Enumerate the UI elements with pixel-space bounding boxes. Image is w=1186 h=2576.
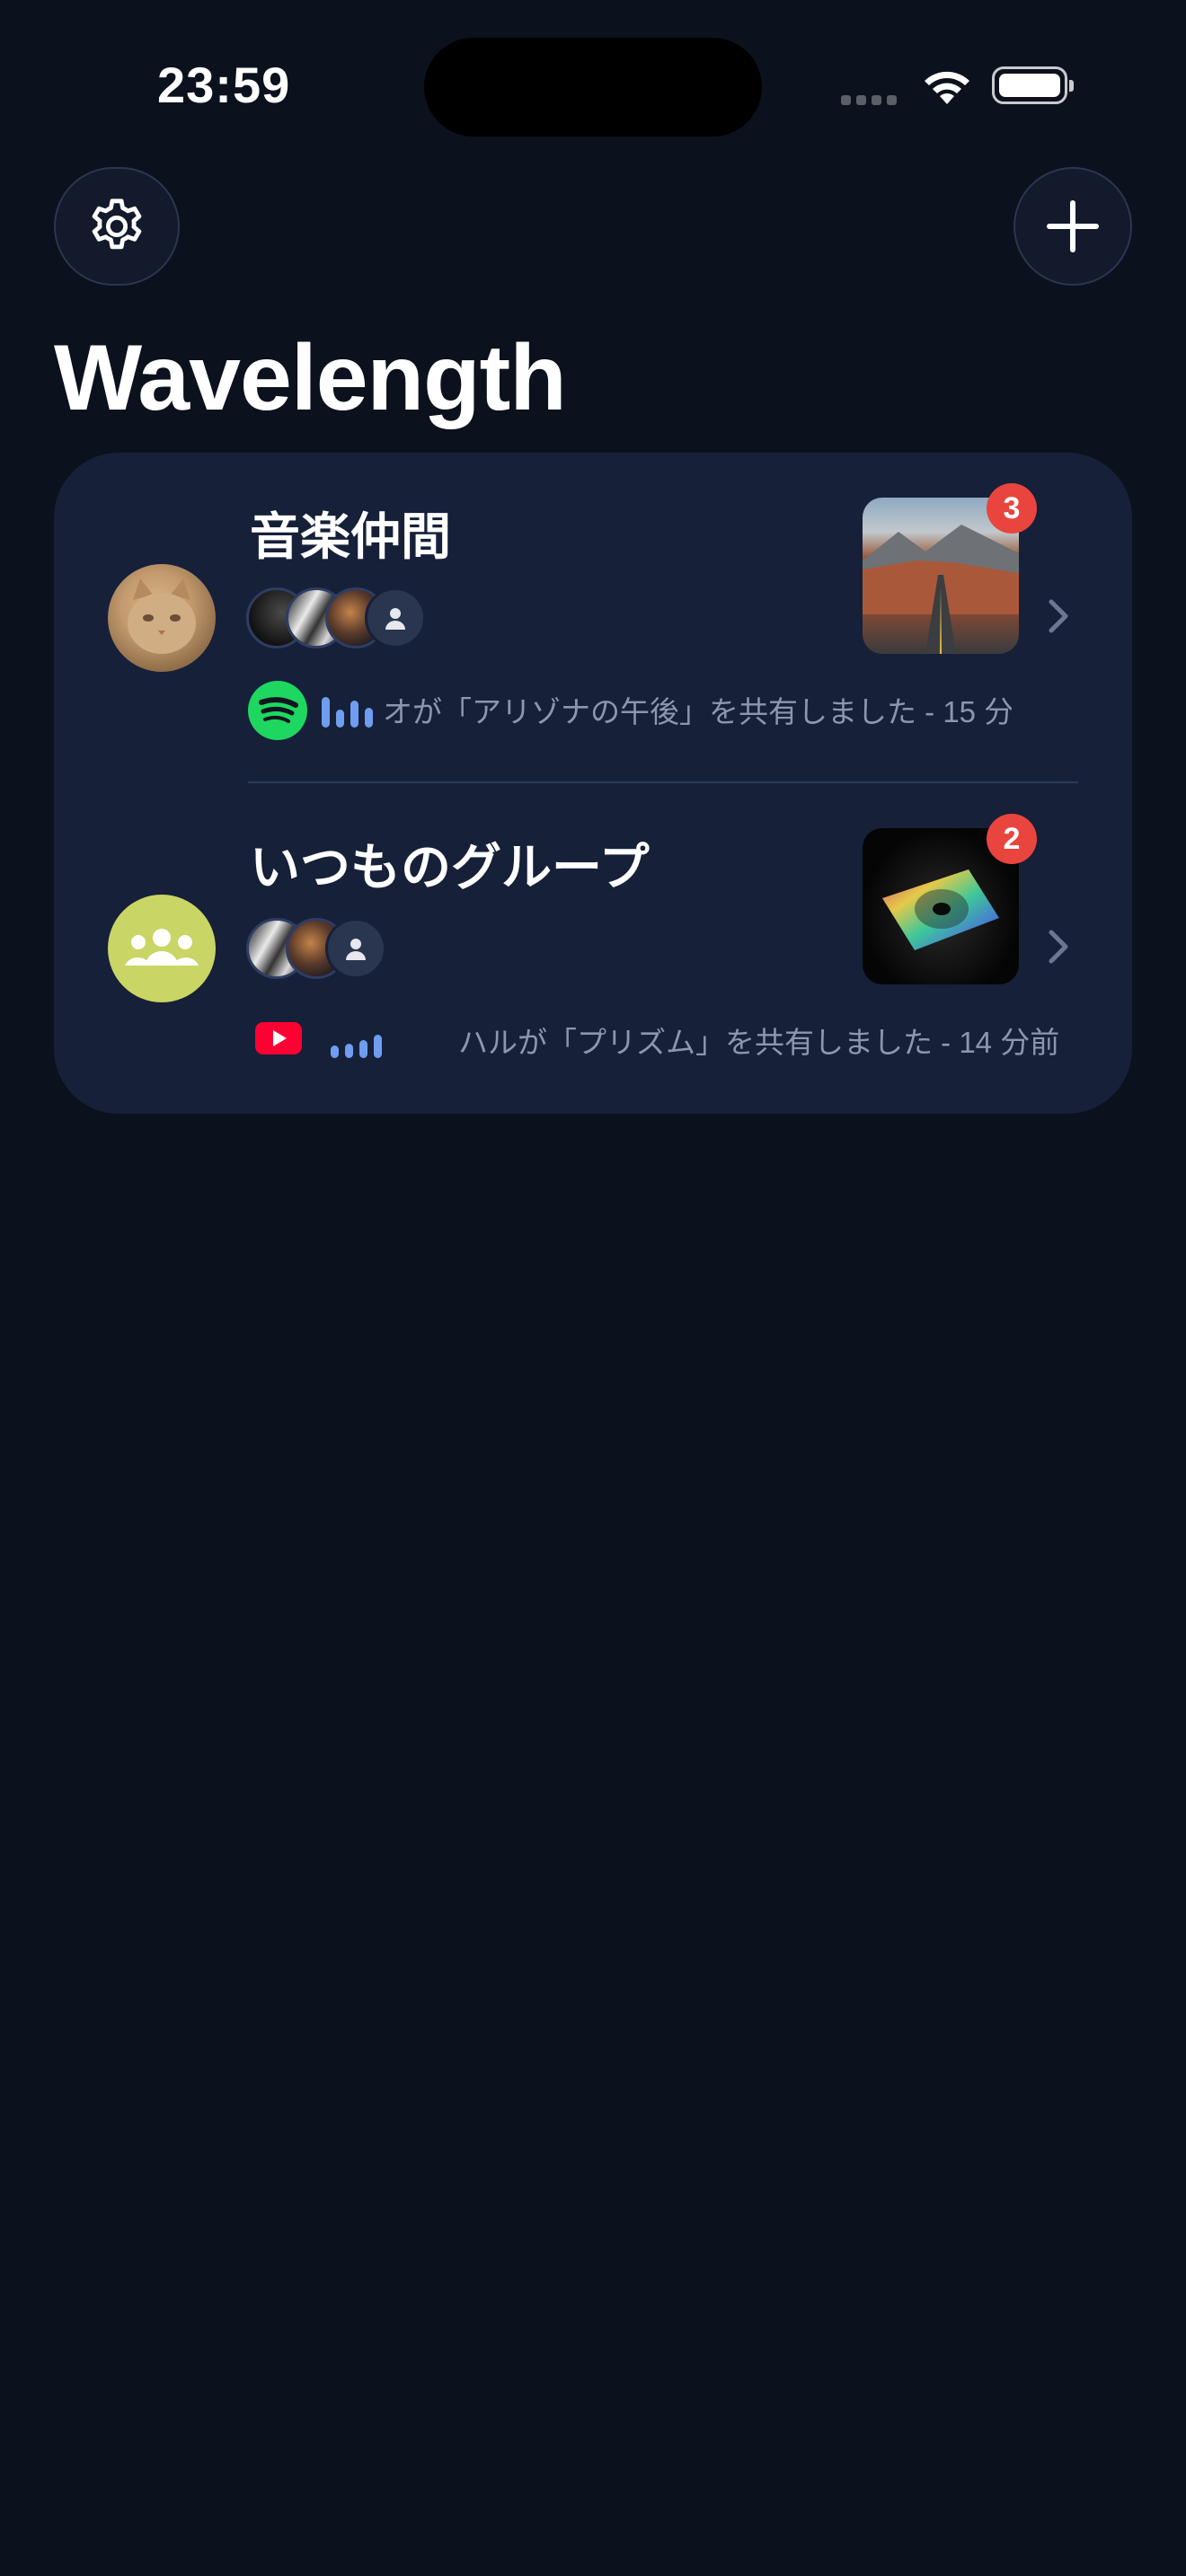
add-group-button[interactable] — [1013, 167, 1132, 286]
audio-bars-icon — [329, 1010, 392, 1072]
group-name: いつものグループ — [250, 839, 650, 895]
audio-bars-icon — [320, 679, 383, 742]
cellular-signal-icon — [841, 93, 902, 110]
spotify-icon — [248, 681, 307, 745]
status-time: 23:59 — [157, 57, 291, 113]
person-icon — [346, 939, 366, 960]
settings-button[interactable] — [54, 167, 180, 286]
page-title: Wavelength — [54, 326, 567, 430]
activity-text: ハルが「プリズム」を共有しました - 14 分前 — [458, 1026, 1060, 1059]
group-avatar — [108, 895, 216, 1002]
unread-badge: 3 — [987, 483, 1037, 534]
group-row[interactable]: 音楽仲間 オが「アリゾナの午後」を共有しました - 15 分前 3 — [54, 453, 1132, 783]
status-bar: 23:59 — [0, 0, 1186, 153]
group-row[interactable]: いつものグループ ハルが「プリズム」を共有しました - 14 分前 2 — [54, 783, 1132, 1114]
person-icon — [385, 608, 405, 630]
plus-icon — [1047, 200, 1099, 252]
chevron-right-icon — [1046, 927, 1071, 971]
recent-activity: オが「アリゾナの午後」を共有しました - 15 分前 — [248, 679, 1075, 742]
group-name: 音楽仲間 — [250, 508, 451, 565]
youtube-icon — [255, 1020, 302, 1061]
group-avatar — [108, 564, 216, 672]
recent-activity: ハルが「プリズム」を共有しました - 14 分前 — [248, 1010, 1075, 1072]
activity-text: オが「アリゾナの午後」を共有しました - 15 分前 — [383, 695, 1012, 728]
group-list: 音楽仲間 オが「アリゾナの午後」を共有しました - 15 分前 3 いつものグル… — [54, 453, 1132, 1114]
unread-badge: 2 — [987, 814, 1037, 864]
cat-photo-icon — [128, 578, 196, 654]
wifi-icon — [920, 66, 974, 110]
people-group-icon — [125, 929, 199, 966]
member-avatar — [325, 918, 386, 979]
member-avatar — [365, 587, 426, 648]
battery-icon — [992, 66, 1074, 104]
dynamic-island — [424, 38, 762, 137]
chevron-right-icon — [1046, 596, 1071, 640]
gear-icon — [92, 198, 142, 250]
